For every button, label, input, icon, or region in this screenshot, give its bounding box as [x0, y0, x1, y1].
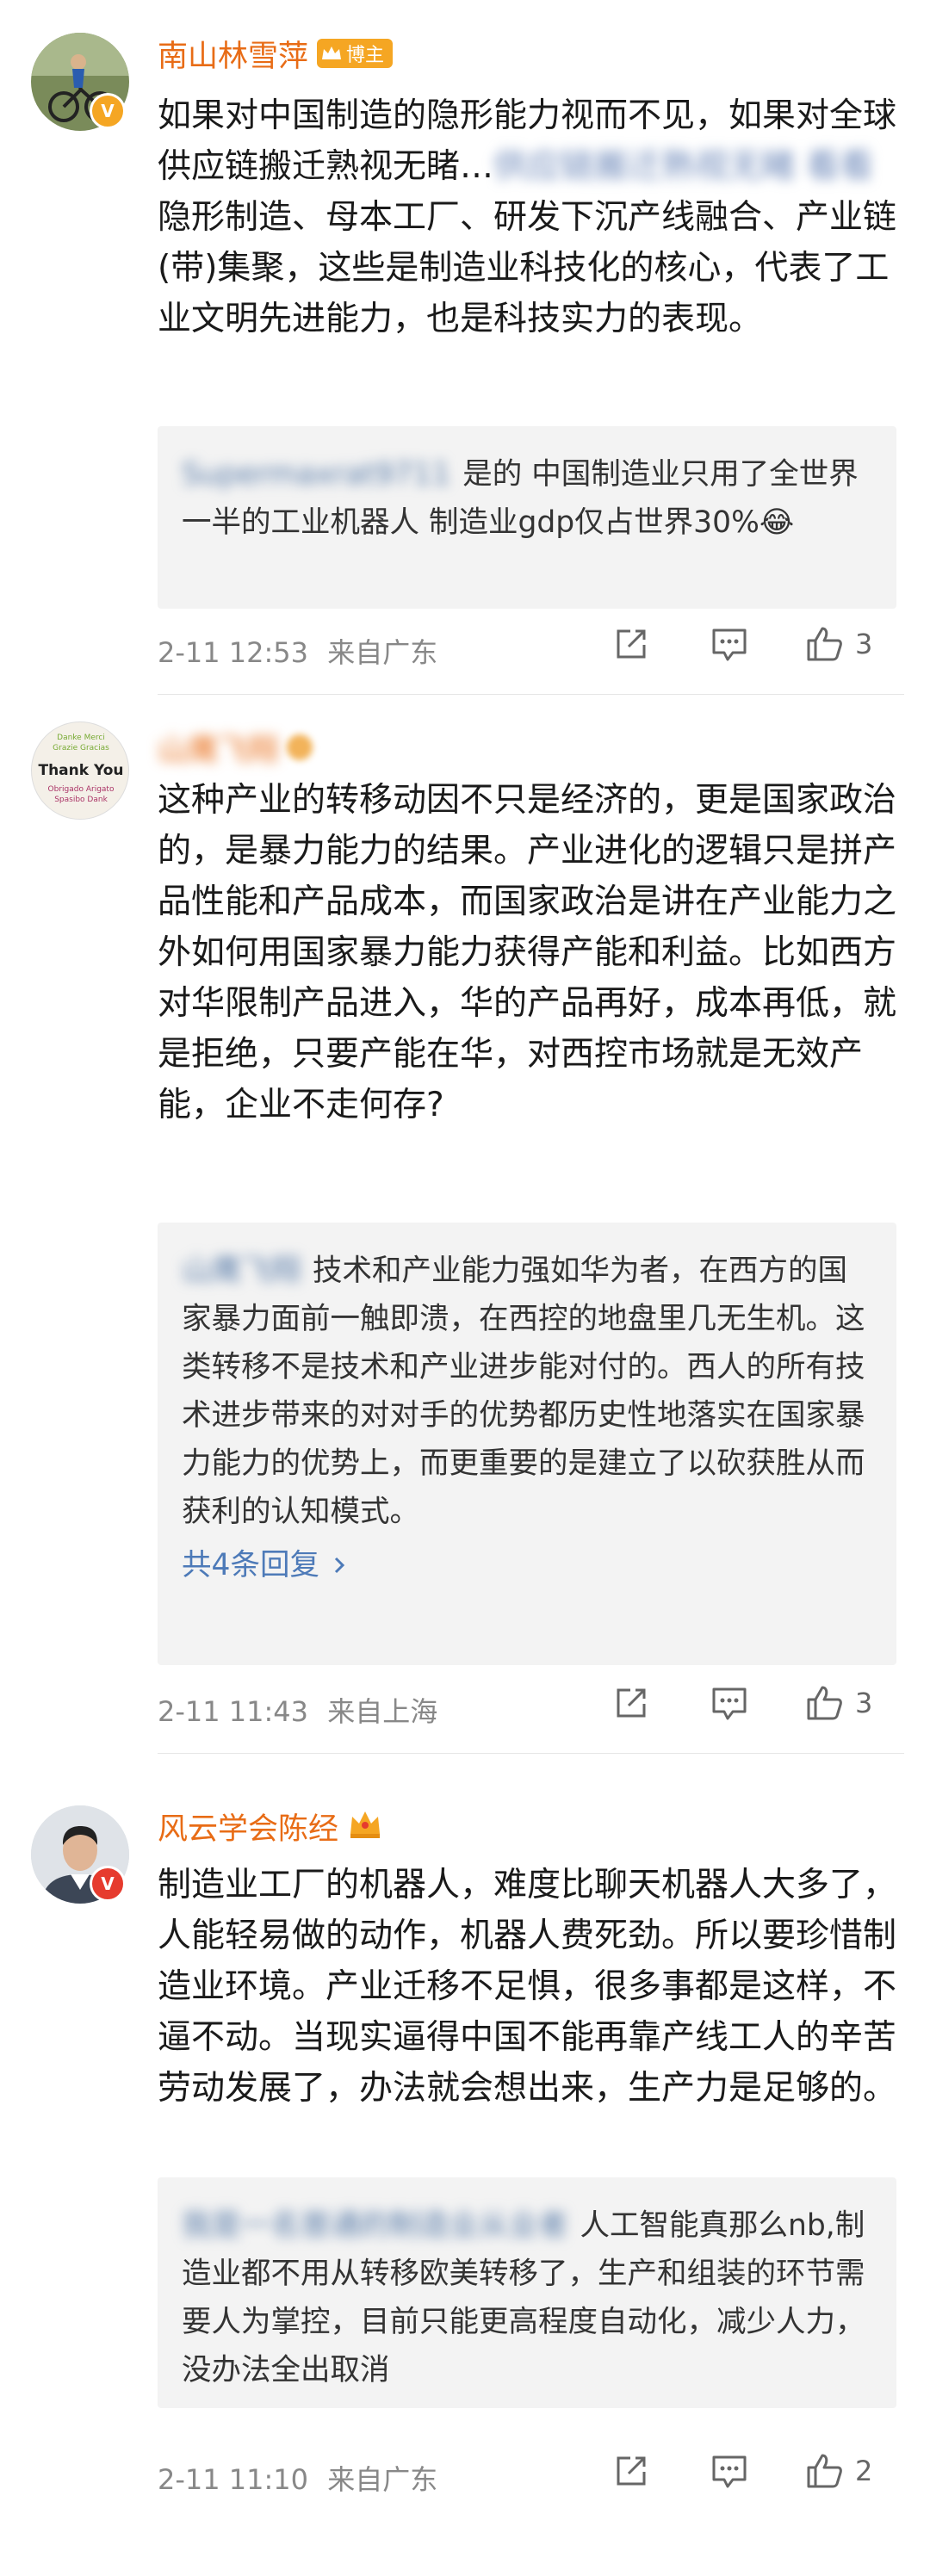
username[interactable]: 风云学会陈经 [158, 1805, 338, 1848]
blogger-badge: 博主 [317, 39, 394, 68]
reply-preview[interactable]: Supermaxrat9711 是的 中国制造业只用了全世界一半的工业机器人 制造… [158, 426, 896, 609]
verified-icon: V [90, 93, 126, 129]
like-icon [807, 1686, 842, 1720]
avatar[interactable]: Danke Merci Grazie Gracias Thank You Obri… [31, 721, 129, 820]
comment-button[interactable] [710, 2454, 748, 2490]
reply-username[interactable]: 我是一名普通的制造业从业者 [182, 2201, 568, 2250]
like-icon [807, 2454, 842, 2488]
comment-text: 这种产业的转移动因不只是经济的，更是国家政治的，是暴力能力的结果。产业进化的逻辑… [158, 781, 897, 1124]
comment-button[interactable] [710, 627, 748, 663]
crown-icon [347, 1808, 383, 1844]
share-button[interactable] [613, 2453, 649, 2489]
comment-meta: 2-11 11:10 来自广东 [158, 2463, 438, 2496]
comment-text: 如果对中国制造的隐形能力视而不见，如果对全球供应链搬迁熟视无睹…供应链搬迁熟视无… [158, 96, 897, 338]
blurred-text: 供应链搬迁熟视无睹 看看 [493, 147, 874, 186]
verified-icon: V [90, 1866, 126, 1902]
like-button[interactable]: 3 [805, 1684, 872, 1722]
comment-button[interactable] [710, 1686, 748, 1722]
comment-icon [712, 2455, 747, 2488]
share-button[interactable] [613, 626, 649, 662]
comment-text: 制造业工厂的机器人，难度比聊天机器人大多了，人能轻易做的动作，机器人费死劲。所以… [158, 1866, 897, 2108]
reply-preview[interactable]: 我是一名普通的制造业从业者 人工智能真那么nb,制造业都不用从转移欧美转移了，生产… [158, 2177, 896, 2408]
reply-username[interactable]: 山鹰飞翔 [182, 1247, 301, 1295]
share-icon [617, 629, 646, 659]
comment-icon [712, 1687, 747, 1720]
like-button[interactable]: 3 [805, 625, 872, 663]
crown-icon [322, 46, 342, 59]
username[interactable]: 南山林雪萍 [158, 32, 308, 76]
like-icon [807, 627, 842, 661]
share-icon [617, 2456, 646, 2486]
share-icon [617, 1688, 646, 1718]
reply-preview[interactable]: 山鹰飞翔 技术和产业能力强如华为者，在西方的国家暴力面前一触即溃，在西控的地盘里几… [158, 1223, 896, 1665]
comment-meta: 2-11 11:43 来自上海 [158, 1695, 438, 1728]
comment-icon [712, 629, 747, 661]
chevron-right-icon [334, 1557, 345, 1574]
laugh-emoji-icon: 😂 [759, 505, 795, 540]
reply-username[interactable]: Supermaxrat9711 [182, 450, 450, 498]
more-replies-link[interactable]: 共4条回复 [182, 1541, 874, 1589]
username[interactable]: 山鹰飞翔 [158, 726, 278, 770]
like-button[interactable]: 2 [805, 2452, 872, 2490]
level-badge [287, 734, 313, 760]
divider [158, 694, 904, 695]
divider [158, 1753, 904, 1754]
comment-meta: 2-11 12:53 来自广东 [158, 636, 438, 669]
share-button[interactable] [613, 1685, 649, 1721]
